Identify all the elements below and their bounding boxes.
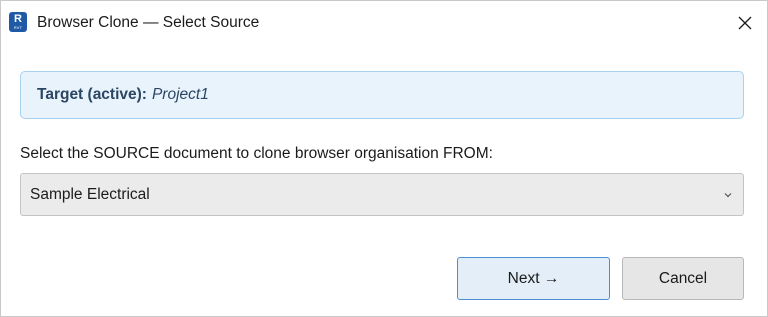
source-selected-value: Sample Electrical [30, 185, 150, 203]
source-prompt: Select the SOURCE document to clone brow… [20, 145, 493, 162]
target-value: Project1 [151, 86, 209, 103]
close-icon [738, 16, 752, 30]
source-document-select[interactable]: Sample Electrical [20, 173, 744, 216]
dialog-window: R RVT Browser Clone — Select Source Targ… [0, 0, 768, 317]
app-icon-sub: RVT [13, 25, 23, 30]
title-bar: R RVT Browser Clone — Select Source [1, 1, 767, 45]
revit-icon: R RVT [9, 12, 27, 32]
cancel-button[interactable]: Cancel [622, 257, 744, 300]
target-info-box: Target (active): Project1 [20, 71, 744, 119]
chevron-down-icon [724, 193, 732, 198]
app-icon-letter: R [14, 13, 22, 25]
close-button[interactable] [729, 7, 761, 39]
target-label: Target (active): [37, 86, 147, 103]
next-button[interactable]: Next → [457, 257, 610, 300]
window-title: Browser Clone — Select Source [37, 14, 260, 31]
